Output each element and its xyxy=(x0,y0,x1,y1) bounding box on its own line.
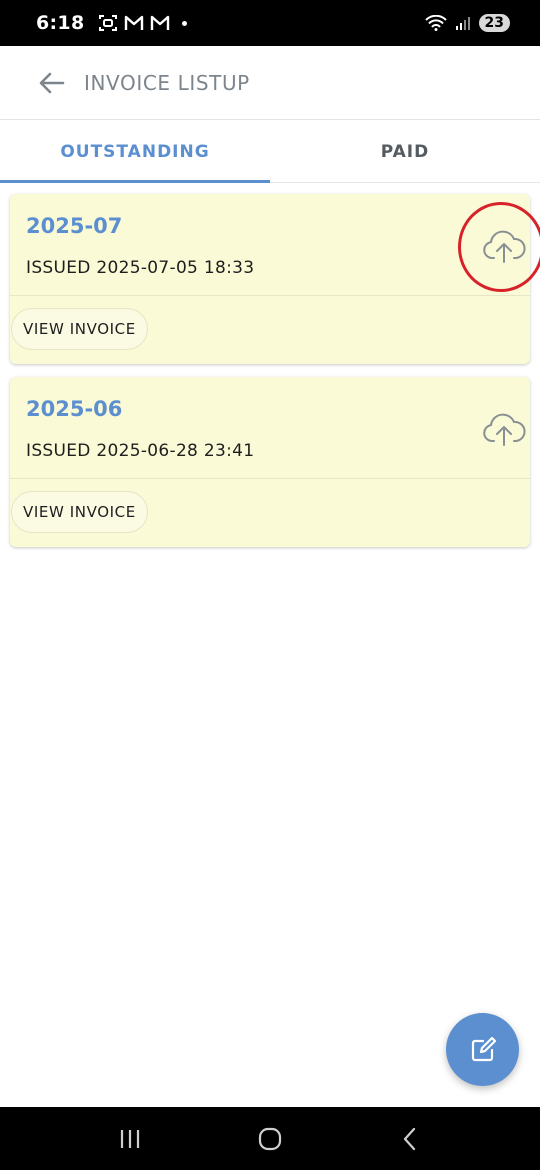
app-bar: INVOICE LISTUP xyxy=(0,46,540,120)
home-button[interactable] xyxy=(240,1114,300,1164)
upload-button[interactable] xyxy=(482,224,526,268)
edit-icon xyxy=(471,1036,496,1061)
view-invoice-button[interactable]: VIEW INVOICE xyxy=(11,491,148,533)
invoice-card: 2025-07 ISSUED 2025-07-05 18:33 VIEW INV… xyxy=(10,194,540,364)
tab-paid[interactable]: PAID xyxy=(270,121,540,182)
invoice-issued-date: ISSUED 2025-06-28 23:41 xyxy=(26,441,255,461)
chevron-left-icon xyxy=(403,1127,416,1150)
cloud-upload-icon xyxy=(483,413,526,446)
tab-outstanding[interactable]: OUTSTANDING xyxy=(0,121,270,183)
tab-bar: OUTSTANDING PAID xyxy=(0,121,540,183)
invoice-card-actions: VIEW INVOICE xyxy=(10,296,530,364)
battery-indicator: 23 xyxy=(478,14,510,32)
gmail-icon xyxy=(125,15,144,30)
invoice-card-header: 2025-06 ISSUED 2025-06-28 23:41 xyxy=(10,377,530,479)
arrow-left-icon xyxy=(39,72,65,93)
invoice-card: 2025-06 ISSUED 2025-06-28 23:41 VIEW INV… xyxy=(10,377,530,547)
cloud-upload-icon xyxy=(483,230,526,263)
gmail-icon xyxy=(151,15,170,30)
view-invoice-button[interactable]: VIEW INVOICE xyxy=(11,308,148,350)
invoice-card-header: 2025-07 ISSUED 2025-07-05 18:33 xyxy=(10,194,540,296)
more-notifications-dot xyxy=(182,20,188,26)
compose-fab-button[interactable] xyxy=(446,1013,519,1086)
invoice-card-actions: VIEW INVOICE xyxy=(10,479,530,547)
upload-button[interactable] xyxy=(482,407,526,451)
recent-apps-button[interactable] xyxy=(100,1114,160,1164)
system-nav-bar xyxy=(0,1107,540,1170)
home-icon xyxy=(258,1127,282,1150)
status-bar: 6:18 23 xyxy=(0,0,540,46)
back-button[interactable] xyxy=(32,63,72,103)
notification-icons xyxy=(98,14,188,32)
system-icons: 23 xyxy=(424,14,510,32)
back-nav-button[interactable] xyxy=(380,1114,440,1164)
status-time: 6:18 xyxy=(36,12,85,34)
invoice-period: 2025-06 xyxy=(26,397,123,421)
screen: 6:18 23 INVOICE LISTUP OUTSTANDING PAID … xyxy=(0,0,540,1170)
invoice-issued-date: ISSUED 2025-07-05 18:33 xyxy=(26,258,255,278)
recent-apps-icon xyxy=(120,1129,140,1148)
page-title: INVOICE LISTUP xyxy=(84,70,250,95)
screenshot-icon xyxy=(99,15,118,31)
signal-icon xyxy=(455,17,470,30)
wifi-icon xyxy=(424,15,447,31)
invoice-period: 2025-07 xyxy=(26,214,123,238)
